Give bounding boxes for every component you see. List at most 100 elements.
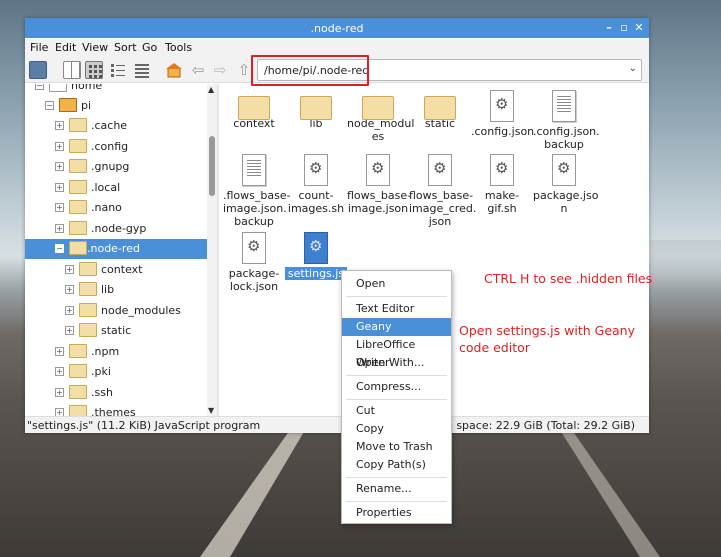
file-item[interactable]: ⚙ package- lock.json	[223, 230, 285, 293]
tree-item-pki[interactable]: + .pki	[55, 362, 215, 382]
expand-icon[interactable]: +	[55, 367, 64, 376]
scrollbar-thumb[interactable]	[209, 136, 215, 196]
expand-icon[interactable]: +	[55, 203, 64, 212]
geany-annotation-line2: code editor	[459, 340, 530, 355]
file-item[interactable]: ⚙ .config.json	[471, 88, 534, 138]
script-file-icon: ⚙	[490, 154, 514, 186]
menu-item-properties[interactable]: Properties	[342, 504, 451, 522]
folder-icon	[69, 139, 87, 153]
expand-icon[interactable]: +	[55, 408, 64, 416]
file-item[interactable]: lib	[285, 88, 347, 130]
menu-item-open[interactable]: Open	[342, 275, 451, 293]
tree-item-local[interactable]: + .local	[55, 178, 215, 198]
expand-icon[interactable]: +	[55, 162, 64, 171]
tree-item-node-modules[interactable]: + node_modules	[65, 301, 215, 321]
tree-item-ssh[interactable]: + .ssh	[55, 383, 215, 403]
collapse-icon[interactable]: −	[55, 244, 64, 253]
script-file-icon: ⚙	[428, 154, 452, 186]
minimize-icon[interactable]: –	[603, 21, 615, 34]
new-window-icon[interactable]	[29, 61, 47, 79]
script-file-icon: ⚙	[242, 232, 266, 264]
folder-icon	[69, 344, 87, 358]
menu-item-geany[interactable]: Geany	[342, 318, 451, 336]
file-item-selected[interactable]: ⚙ settings.js	[285, 230, 347, 280]
tree-item-pi[interactable]: − pi	[45, 96, 215, 116]
text-file-icon	[552, 90, 576, 122]
expand-icon[interactable]: +	[55, 347, 64, 356]
file-item[interactable]: static	[409, 88, 471, 130]
folder-icon	[424, 96, 456, 120]
back-arrow-icon[interactable]: ⇦	[189, 61, 207, 79]
tree-item-node-gyp[interactable]: + .node-gyp	[55, 219, 215, 239]
tree-item-themes[interactable]: + .themes	[55, 403, 215, 416]
menu-item-move-to-trash[interactable]: Move to Trash	[342, 438, 451, 456]
tree-item-config[interactable]: + .config	[55, 137, 215, 157]
chevron-down-icon[interactable]: ⌄	[629, 63, 637, 74]
menu-separator	[346, 501, 447, 502]
tree-item-lib[interactable]: + lib	[65, 280, 215, 300]
menu-item-copy-paths[interactable]: Copy Path(s)	[342, 456, 451, 474]
folder-icon	[69, 159, 87, 173]
menu-item-rename[interactable]: Rename...	[342, 480, 451, 498]
file-item[interactable]: ⚙ package.jso n	[533, 152, 598, 215]
expand-icon[interactable]: +	[55, 224, 64, 233]
tree-item-nano[interactable]: + .nano	[55, 198, 215, 218]
home-icon[interactable]	[165, 61, 183, 79]
menu-item-open-with[interactable]: Open With...	[342, 354, 451, 372]
expand-icon[interactable]: +	[55, 142, 64, 151]
menu-file[interactable]: File	[30, 41, 48, 54]
tree-item-gnupg[interactable]: + .gnupg	[55, 157, 215, 177]
gear-icon: ⚙	[309, 159, 323, 177]
file-item[interactable]: ⚙ count- images.sh	[285, 152, 347, 215]
icon-view-icon[interactable]	[85, 61, 103, 79]
file-item[interactable]: node_modul es	[347, 88, 414, 143]
folder-icon	[79, 323, 97, 337]
title-bar[interactable]: .node-red – ▫ ✕	[25, 18, 649, 38]
compact-view-icon[interactable]	[109, 61, 127, 79]
menu-item-compress[interactable]: Compress...	[342, 378, 451, 396]
tree-item-node-red[interactable]: − .node-red	[25, 239, 207, 259]
thumbnail-view-icon[interactable]	[63, 61, 81, 79]
file-item[interactable]: .config.json. backup	[533, 88, 600, 151]
list-view-icon[interactable]	[133, 61, 151, 79]
menu-item-copy[interactable]: Copy	[342, 420, 451, 438]
expand-icon[interactable]: +	[55, 388, 64, 397]
pane-divider[interactable]	[217, 84, 219, 416]
file-item[interactable]: .flows_base- image.json. backup	[223, 152, 291, 228]
tree-item-cache[interactable]: + .cache	[55, 116, 215, 136]
tree-item-npm[interactable]: + .npm	[55, 342, 215, 362]
collapse-icon[interactable]: −	[45, 101, 54, 110]
script-file-icon: ⚙	[490, 90, 514, 122]
sidebar-scrollbar[interactable]: ▲ ▼	[207, 84, 217, 416]
forward-arrow-icon[interactable]: ⇨	[211, 61, 229, 79]
expand-icon[interactable]: +	[65, 326, 74, 335]
expand-icon[interactable]: +	[65, 306, 74, 315]
file-item[interactable]: ⚙ make-gif.sh	[471, 152, 533, 215]
scroll-up-icon[interactable]: ▲	[208, 85, 214, 94]
file-item[interactable]: context	[223, 88, 285, 130]
close-icon[interactable]: ✕	[633, 21, 645, 34]
folder-icon	[69, 385, 87, 399]
maximize-icon[interactable]: ▫	[618, 21, 630, 34]
expand-icon[interactable]: +	[65, 265, 74, 274]
expand-icon[interactable]: +	[65, 285, 74, 294]
menu-item-libreoffice-writer[interactable]: LibreOffice Writer	[342, 336, 451, 369]
menu-edit[interactable]: Edit	[55, 41, 76, 54]
menu-tools[interactable]: Tools	[165, 41, 192, 54]
collapse-icon[interactable]: −	[35, 84, 44, 90]
folder-icon	[69, 221, 87, 235]
expand-icon[interactable]: +	[55, 183, 64, 192]
expand-icon[interactable]: +	[55, 121, 64, 130]
menu-item-text-editor[interactable]: Text Editor	[342, 300, 451, 318]
tree-item-static[interactable]: + static	[65, 321, 215, 341]
tree-item-home[interactable]: − home	[35, 84, 215, 96]
menu-item-cut[interactable]: Cut	[342, 402, 451, 420]
file-item[interactable]: ⚙ flows_base- image.json	[347, 152, 411, 215]
folder-icon	[49, 84, 67, 92]
menu-sort[interactable]: Sort	[114, 41, 137, 54]
tree-item-context[interactable]: + context	[65, 260, 215, 280]
menu-view[interactable]: View	[82, 41, 108, 54]
scroll-down-icon[interactable]: ▼	[208, 406, 214, 415]
file-item[interactable]: ⚙ flows_base- image_cred. json	[409, 152, 476, 228]
menu-go[interactable]: Go	[142, 41, 157, 54]
